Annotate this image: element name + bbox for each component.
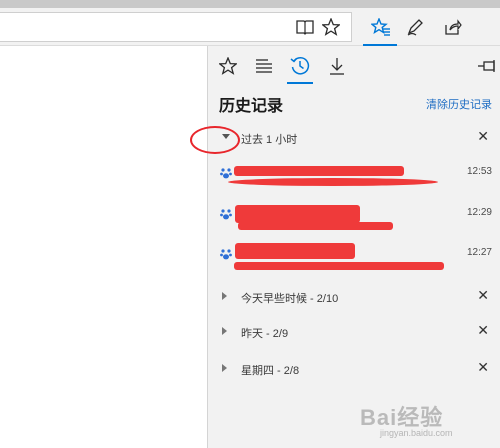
- close-icon[interactable]: ✕: [477, 287, 489, 304]
- entry-time: 12:27: [466, 247, 492, 258]
- expand-arrow-icon[interactable]: [222, 364, 227, 372]
- hub-icon[interactable]: [371, 17, 391, 37]
- redacted-title: [235, 205, 360, 223]
- history-group-earlier-today[interactable]: 今天早些时候 - 2/10 ✕: [208, 284, 500, 310]
- window-top-strip: [0, 0, 500, 8]
- pin-icon[interactable]: [476, 54, 500, 78]
- redacted-url: [228, 178, 438, 186]
- history-group-thursday[interactable]: 星期四 - 2/8 ✕: [208, 356, 500, 382]
- web-page-content: [0, 46, 207, 448]
- baidu-paw-icon: [220, 209, 232, 220]
- close-icon[interactable]: ✕: [477, 359, 489, 376]
- history-group-past-hour[interactable]: 过去 1 小时 ✕: [208, 125, 500, 151]
- redacted-url: [238, 222, 393, 230]
- entry-time: 12:53: [466, 166, 492, 177]
- redacted-title: [234, 166, 404, 176]
- browser-window: 历史记录 清除历史记录 过去 1 小时 ✕ 12:53 12:29 12:27 …: [0, 0, 500, 448]
- close-icon[interactable]: ✕: [477, 128, 489, 145]
- group-label: 星期四 - 2/8: [241, 365, 300, 377]
- reading-view-icon[interactable]: [295, 17, 315, 37]
- group-label: 过去 1 小时: [241, 134, 298, 146]
- browser-toolbar: [0, 8, 500, 46]
- group-label: 今天早些时候 - 2/10: [241, 293, 339, 305]
- redacted-title: [235, 243, 355, 259]
- history-group-yesterday[interactable]: 昨天 - 2/9 ✕: [208, 319, 500, 345]
- favorites-tab-icon[interactable]: [216, 54, 240, 78]
- history-entry[interactable]: 12:53: [208, 162, 500, 202]
- annotation-circle: [190, 126, 240, 154]
- expand-arrow-icon[interactable]: [222, 292, 227, 300]
- clear-history-link[interactable]: 清除历史记录: [426, 96, 492, 112]
- history-entry[interactable]: 12:29: [208, 203, 500, 243]
- history-hub-panel: 历史记录 清除历史记录 过去 1 小时 ✕ 12:53 12:29 12:27 …: [207, 46, 500, 448]
- share-icon[interactable]: [443, 17, 463, 37]
- group-label: 昨天 - 2/9: [241, 328, 289, 340]
- entry-time: 12:29: [466, 207, 492, 218]
- history-entry[interactable]: 12:27: [208, 243, 500, 283]
- reading-list-icon[interactable]: [252, 54, 276, 78]
- history-icon[interactable]: [288, 54, 312, 78]
- pen-icon[interactable]: [405, 17, 425, 37]
- expand-arrow-icon[interactable]: [222, 327, 227, 335]
- panel-title: 历史记录: [219, 98, 284, 115]
- history-tab-indicator: [287, 82, 313, 84]
- close-icon[interactable]: ✕: [477, 322, 489, 339]
- baidu-paw-icon: [220, 168, 232, 179]
- downloads-icon[interactable]: [325, 54, 349, 78]
- watermark-url: jingyan.baidu.com: [380, 428, 453, 438]
- favorite-star-icon[interactable]: [321, 17, 341, 37]
- baidu-paw-icon: [220, 249, 232, 260]
- redacted-url: [234, 262, 444, 270]
